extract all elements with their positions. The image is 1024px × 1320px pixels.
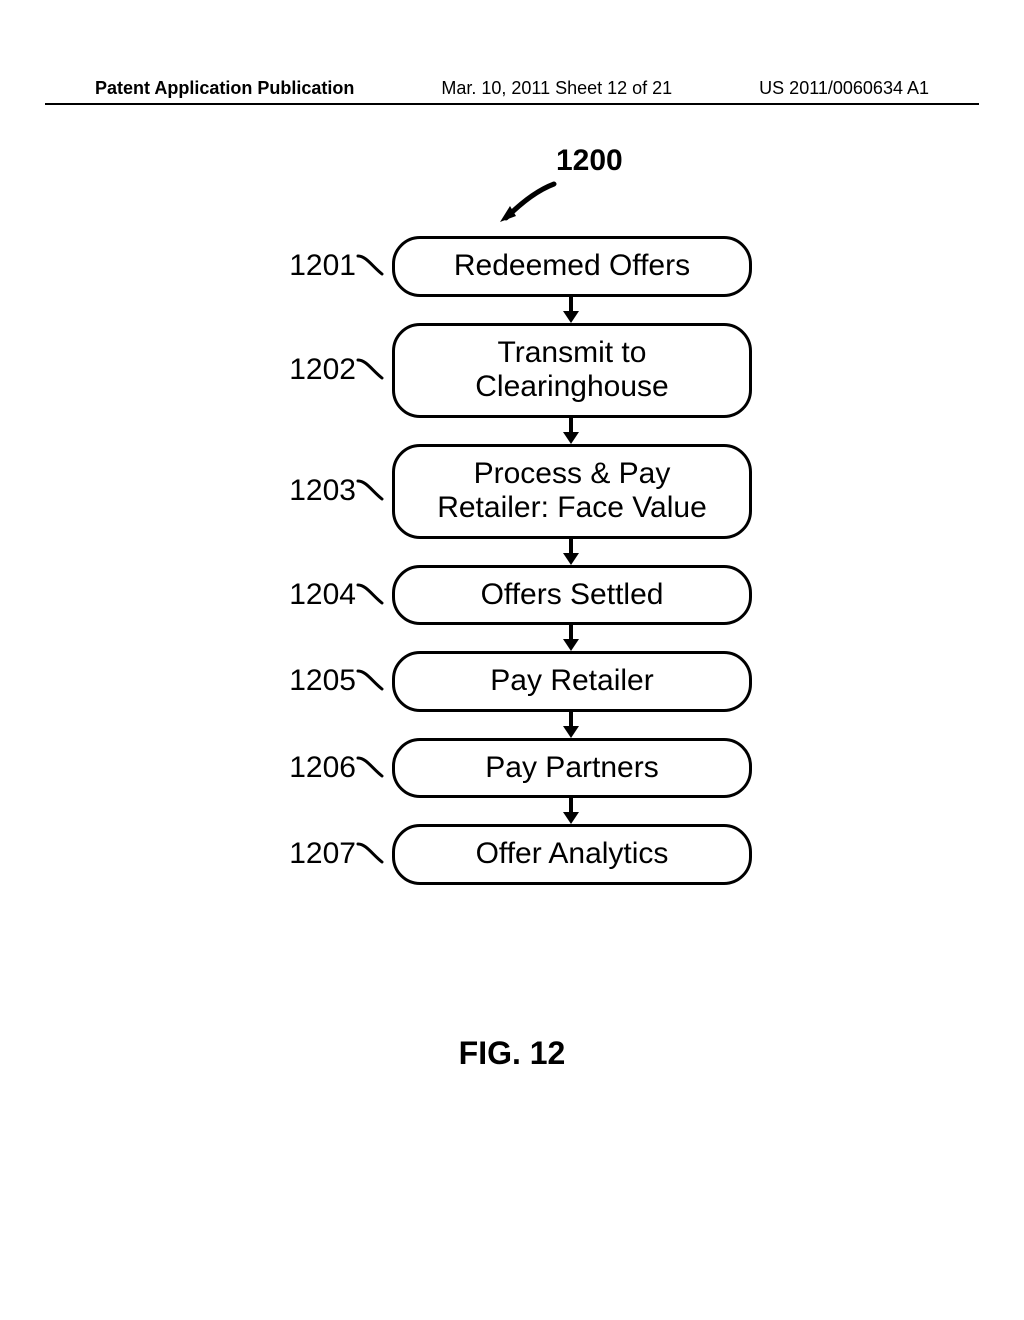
leader-line-icon	[356, 840, 384, 868]
step-number: 1201	[272, 249, 356, 283]
leader-line-icon	[356, 667, 384, 695]
arrow-down-icon	[390, 537, 752, 567]
step-number: 1202	[272, 353, 356, 387]
flow-step: 1205 Pay Retailer	[272, 651, 752, 712]
step-text: Offer Analytics	[419, 837, 725, 872]
step-box: Offers Settled	[392, 565, 752, 626]
arrow-down-icon	[390, 796, 752, 826]
figure-reference-arrow-icon	[498, 180, 554, 220]
flow-step: 1201 Redeemed Offers	[272, 236, 752, 297]
step-box: Transmit toClearinghouse	[392, 323, 752, 418]
flowchart: 1201 Redeemed Offers 1202 Transmit toCle…	[272, 236, 752, 885]
step-number: 1205	[272, 664, 356, 698]
step-number: 1203	[272, 474, 356, 508]
leader-line-icon	[356, 477, 384, 505]
header-rule	[45, 103, 979, 105]
arrow-down-icon	[390, 416, 752, 446]
flow-step: 1203 Process & PayRetailer: Face Value	[272, 444, 752, 539]
arrow-down-icon	[390, 623, 752, 653]
flow-step: 1202 Transmit toClearinghouse	[272, 323, 752, 418]
step-number: 1206	[272, 751, 356, 785]
leader-line-icon	[356, 252, 384, 280]
leader-line-icon	[356, 356, 384, 384]
arrow-down-icon	[390, 295, 752, 325]
header-left: Patent Application Publication	[95, 78, 354, 99]
step-text: Pay Partners	[419, 751, 725, 786]
arrow-down-icon	[390, 710, 752, 740]
header-right: US 2011/0060634 A1	[759, 78, 929, 99]
step-box: Redeemed Offers	[392, 236, 752, 297]
step-number: 1204	[272, 578, 356, 612]
page-header: Patent Application Publication Mar. 10, …	[0, 78, 1024, 105]
step-text: Process & PayRetailer: Face Value	[419, 457, 725, 526]
step-text: Redeemed Offers	[419, 249, 725, 284]
header-mid: Mar. 10, 2011 Sheet 12 of 21	[441, 78, 672, 99]
figure-caption: FIG. 12	[0, 1035, 1024, 1072]
step-text: Offers Settled	[419, 578, 725, 613]
flow-step: 1204 Offers Settled	[272, 565, 752, 626]
step-text: Transmit toClearinghouse	[419, 336, 725, 405]
flow-step: 1207 Offer Analytics	[272, 824, 752, 885]
step-box: Pay Partners	[392, 738, 752, 799]
step-box: Offer Analytics	[392, 824, 752, 885]
figure-reference-number: 1200	[556, 144, 623, 178]
step-text: Pay Retailer	[419, 664, 725, 699]
step-box: Pay Retailer	[392, 651, 752, 712]
header-text-row: Patent Application Publication Mar. 10, …	[0, 78, 1024, 103]
flow-step: 1206 Pay Partners	[272, 738, 752, 799]
leader-line-icon	[356, 754, 384, 782]
page: Patent Application Publication Mar. 10, …	[0, 0, 1024, 1320]
step-box: Process & PayRetailer: Face Value	[392, 444, 752, 539]
step-number: 1207	[272, 837, 356, 871]
leader-line-icon	[356, 581, 384, 609]
